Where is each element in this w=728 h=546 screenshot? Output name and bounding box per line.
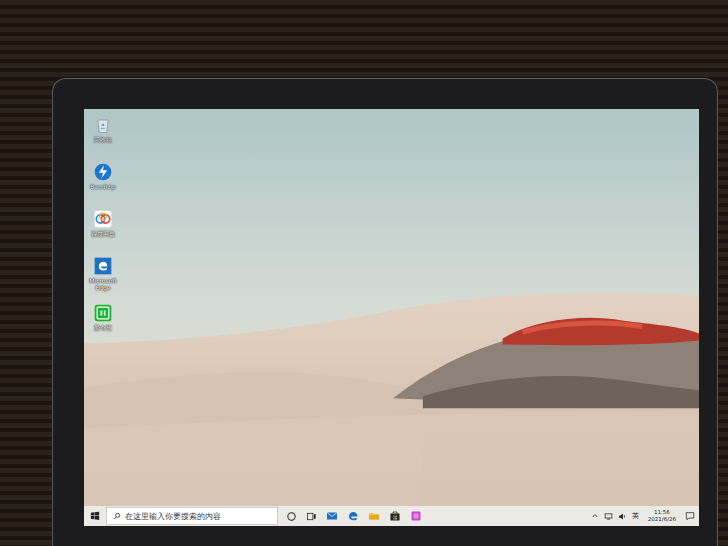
search-box[interactable]: 在这里输入你要搜索的内容 — [106, 507, 278, 525]
store-icon — [389, 510, 401, 522]
taskbar-button[interactable] — [286, 511, 297, 522]
pinned-apps — [278, 510, 422, 522]
mail-icon — [326, 510, 338, 522]
desktop: 回收站 Bandizip 百度网盘 Microsoft Edge 爱奇艺 — [84, 109, 699, 506]
desktop-icon[interactable]: 百度网盘 — [88, 209, 118, 247]
windows-start-icon — [90, 511, 100, 521]
file-explorer-icon — [368, 510, 380, 522]
desktop-icon-label: 百度网盘 — [91, 231, 115, 238]
desktop-icon-label: 爱奇艺 — [94, 325, 112, 332]
network-icon — [604, 512, 613, 521]
input-method[interactable]: 英 — [632, 511, 639, 521]
notification-icon — [685, 511, 695, 521]
iqiyi-icon — [93, 303, 113, 323]
desktop-icons: 回收站 Bandizip 百度网盘 Microsoft Edge 爱奇艺 — [88, 115, 118, 506]
task-view-icon — [306, 511, 317, 522]
edge-icon — [93, 256, 113, 276]
wallpaper — [84, 109, 699, 506]
taskbar-button[interactable] — [410, 510, 422, 522]
taskbar-button[interactable] — [306, 511, 317, 522]
volume-icon — [618, 512, 627, 521]
system-tray: 英 11:562021/6/26 — [591, 509, 695, 522]
edge-taskbar-icon — [347, 510, 359, 522]
taskbar: 在这里输入你要搜索的内容 英 11:562021/6/26 — [84, 506, 699, 526]
search-placeholder: 在这里输入你要搜索的内容 — [125, 511, 221, 522]
desktop-icon-label: Microsoft Edge — [88, 278, 118, 292]
taskbar-button[interactable] — [389, 510, 401, 522]
start-button[interactable] — [84, 506, 106, 526]
taskbar-button[interactable] — [347, 510, 359, 522]
baidu-netdisk-icon — [93, 209, 113, 229]
desktop-icon-label: 回收站 — [94, 137, 112, 144]
desktop-icon[interactable]: 爱奇艺 — [88, 303, 118, 341]
screen: 回收站 Bandizip 百度网盘 Microsoft Edge 爱奇艺在这里输入你要搜… — [84, 109, 699, 526]
desktop-icon-label: Bandizip — [90, 184, 116, 191]
taskbar-button[interactable] — [368, 510, 380, 522]
taskbar-button[interactable] — [326, 510, 338, 522]
app-icon — [410, 510, 422, 522]
cortana-icon — [286, 511, 297, 522]
clock[interactable]: 11:562021/6/26 — [644, 509, 680, 522]
desktop-icon[interactable]: Microsoft Edge — [88, 256, 118, 294]
clock-date: 2021/6/26 — [648, 516, 676, 523]
bandizip-icon — [93, 162, 113, 182]
table-surface: 回收站 Bandizip 百度网盘 Microsoft Edge 爱奇艺在这里输入你要搜… — [0, 0, 728, 546]
chevron-up-icon — [591, 512, 599, 520]
laptop-bezel: 回收站 Bandizip 百度网盘 Microsoft Edge 爱奇艺在这里输入你要搜… — [52, 78, 718, 546]
search-icon — [113, 512, 121, 520]
clock-time: 11:56 — [654, 509, 670, 516]
desktop-icon[interactable]: 回收站 — [88, 115, 118, 153]
recycle-bin-icon — [93, 115, 113, 135]
desktop-icon[interactable]: Bandizip — [88, 162, 118, 200]
